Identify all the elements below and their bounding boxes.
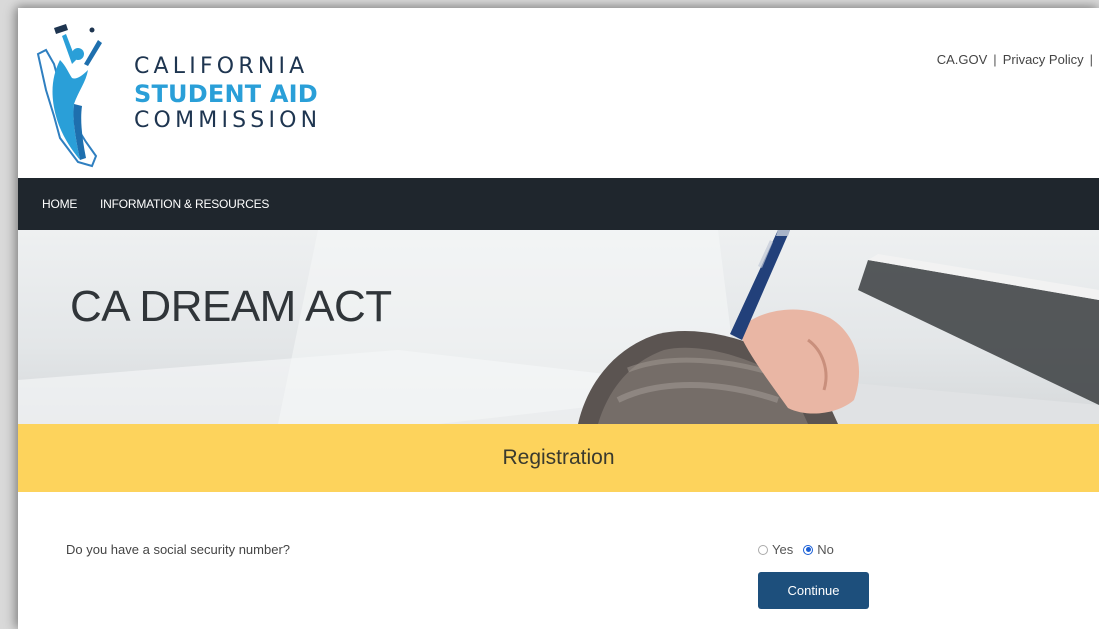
nav-information-resources[interactable]: INFORMATION & RESOURCES bbox=[100, 197, 269, 211]
registration-title: Registration bbox=[502, 446, 615, 469]
student-figure-logo-icon bbox=[36, 24, 102, 168]
logo-line-california: CALIFORNIA bbox=[134, 54, 309, 79]
logo-wordmark: CALIFORNIA STUDENT AID COMMISSION bbox=[134, 54, 321, 134]
privacy-policy-link[interactable]: Privacy Policy bbox=[1003, 52, 1084, 67]
site-logo[interactable]: CALIFORNIA STUDENT AID COMMISSION bbox=[32, 20, 352, 170]
ssn-question-label: Do you have a social security number? bbox=[66, 542, 291, 557]
continue-button[interactable]: Continue bbox=[758, 572, 869, 609]
main-nav: HOME INFORMATION & RESOURCES bbox=[18, 178, 1099, 230]
ssn-radio-no[interactable] bbox=[803, 544, 814, 555]
cagov-link[interactable]: CA.GOV bbox=[937, 52, 988, 67]
site-header: CALIFORNIA STUDENT AID COMMISSION CA.GOV… bbox=[18, 8, 1099, 178]
logo-line-commission: COMMISSION bbox=[134, 108, 322, 133]
ssn-radio-yes[interactable] bbox=[758, 544, 768, 555]
link-separator-trailing: | bbox=[1089, 52, 1093, 67]
logo-line-student-aid: STUDENT AID bbox=[134, 80, 318, 108]
utility-links: CA.GOV | Privacy Policy | bbox=[937, 52, 1099, 67]
browser-page: CALIFORNIA STUDENT AID COMMISSION CA.GOV… bbox=[18, 8, 1099, 629]
registration-banner: Registration bbox=[18, 424, 1099, 492]
page-title: CA DREAM ACT bbox=[70, 282, 392, 331]
ssn-radio-no-label[interactable]: No bbox=[817, 542, 834, 557]
hero-banner: CA DREAM ACT bbox=[18, 230, 1099, 424]
ssn-radio-group: Yes No bbox=[758, 542, 844, 557]
ssn-radio-yes-label[interactable]: Yes bbox=[772, 542, 793, 557]
nav-home[interactable]: HOME bbox=[42, 197, 77, 211]
link-separator: | bbox=[993, 52, 997, 67]
